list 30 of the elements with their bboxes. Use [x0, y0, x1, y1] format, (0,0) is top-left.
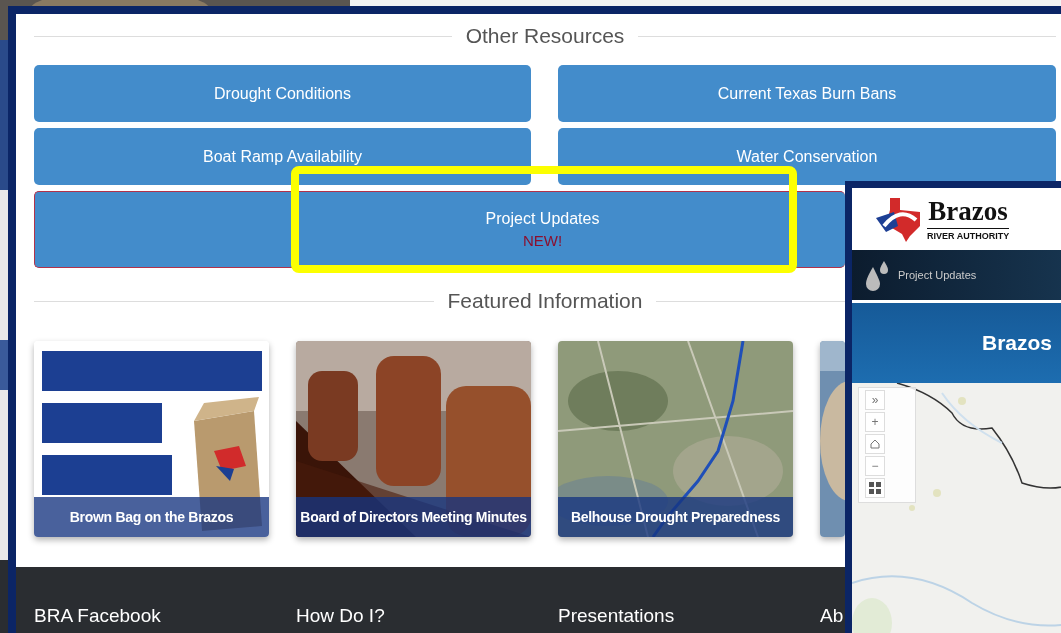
card-caption: Board of Directors Meeting Minutes: [296, 497, 531, 537]
banner-title: Brazos: [982, 331, 1053, 355]
card-caption: Belhouse Drought Preparedness: [558, 497, 793, 537]
resource-button[interactable]: Water Conservation: [558, 128, 1056, 185]
featured-card[interactable]: Belhouse Drought Preparedness: [558, 341, 793, 537]
section-heading: Other Resources: [465, 24, 625, 48]
card-caption: Brown Bag on the Brazos: [34, 497, 269, 537]
footer-heading: BRA Facebook: [34, 605, 162, 628]
footer-heading: Presentations: [558, 605, 676, 628]
logo-name: Brazos: [928, 197, 1008, 225]
basemap-button[interactable]: [865, 478, 885, 498]
home-button[interactable]: [865, 434, 885, 454]
featured-card[interactable]: Brown Bag on the Brazos: [34, 341, 269, 537]
nav-link[interactable]: Project Updates: [898, 269, 977, 281]
resource-button[interactable]: Current Texas Burn Bans: [558, 65, 1056, 122]
section-heading: Featured Information: [447, 289, 643, 313]
resource-button[interactable]: Drought Conditions: [34, 65, 531, 122]
footer-heading: How Do I?: [296, 605, 386, 628]
logo-subtitle: RIVER AUTHORITY: [927, 227, 1010, 241]
zoom-button[interactable]: +: [865, 412, 885, 432]
zoom-button[interactable]: −: [865, 456, 885, 476]
resource-button[interactable]: Project Updates NEW!: [34, 191, 845, 268]
drops-icon: [864, 259, 890, 291]
featured-card[interactable]: Board of Directors Meeting Minutes: [296, 341, 531, 537]
new-label: NEW!: [522, 232, 563, 249]
expand-button[interactable]: »: [865, 390, 885, 410]
grid-icon: [869, 482, 881, 494]
home-icon: [870, 439, 880, 449]
resource-button[interactable]: Boat Ramp Availability: [34, 128, 531, 185]
footer-heading: Ab: [820, 605, 845, 628]
